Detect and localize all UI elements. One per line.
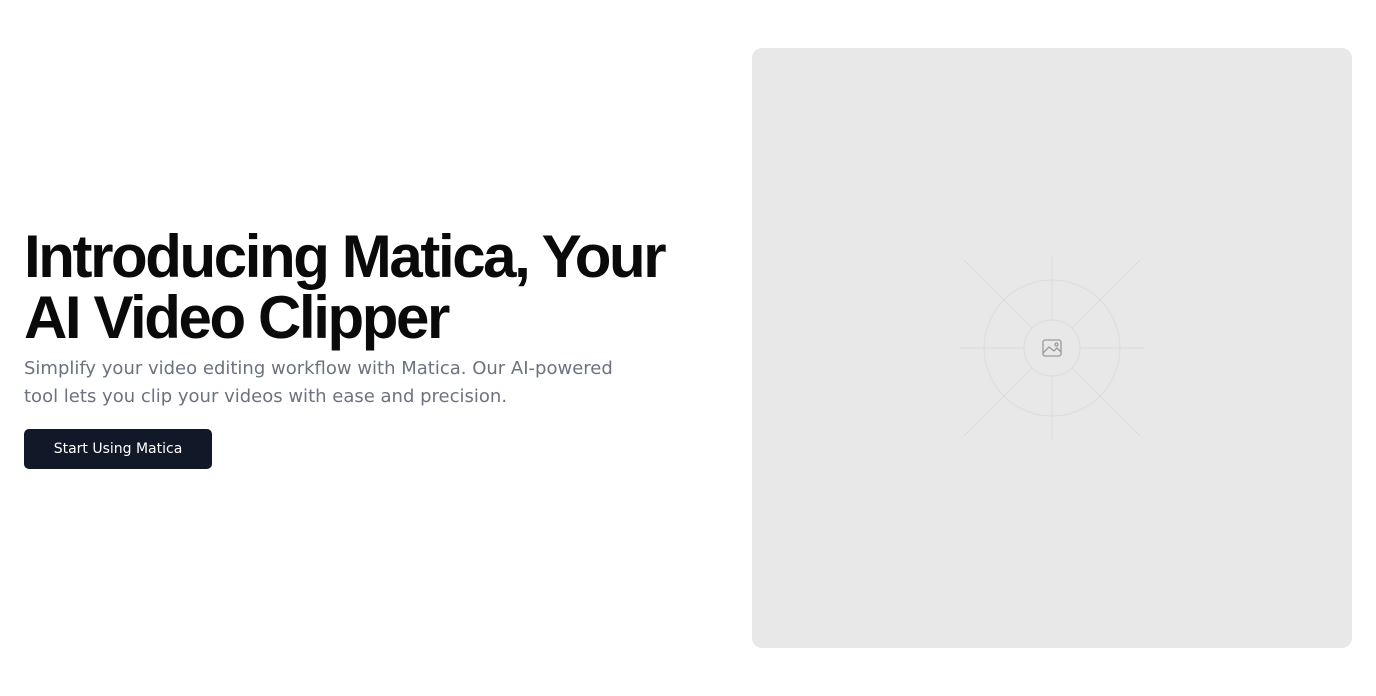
hero-title: Introducing Matica, Your AI Video Clippe… — [24, 223, 667, 351]
landing-page: Introducing Matica, Your AI Video Clippe… — [0, 0, 1376, 696]
hero-section: Introducing Matica, Your AI Video Clippe… — [24, 226, 724, 469]
hero-subtitle: Simplify your video editing workflow wit… — [24, 358, 613, 407]
image-placeholder — [752, 48, 1352, 648]
start-using-button[interactable]: Start Using Matica — [24, 429, 212, 469]
placeholder-graphic — [960, 256, 1144, 440]
